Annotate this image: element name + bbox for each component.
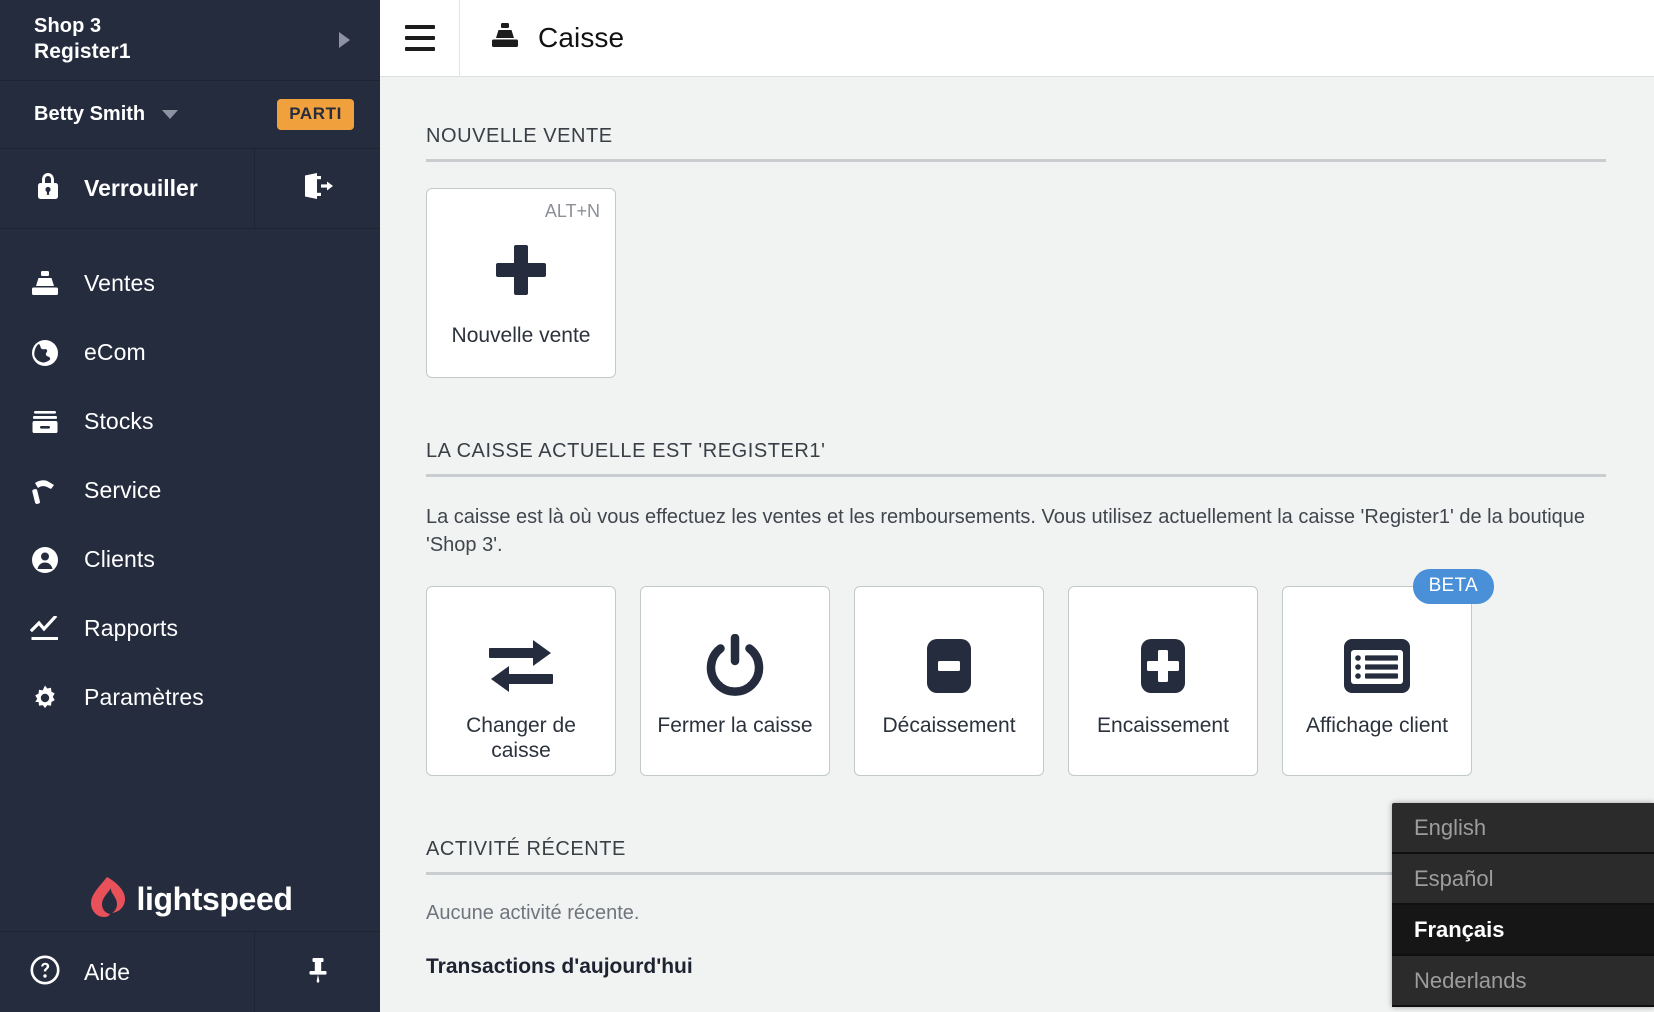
person-icon — [28, 546, 62, 574]
register-action-card-row: Changer de caisse Fermer la caisse Décai… — [426, 568, 1654, 776]
lightspeed-flame-icon — [87, 875, 127, 924]
page-title: Caisse — [538, 22, 625, 53]
register-icon — [490, 22, 520, 55]
register-action-label: Changer de caisse — [466, 713, 576, 763]
status-badge: PARTI — [277, 99, 354, 130]
hamburger-bar — [404, 36, 435, 40]
language-option-francais[interactable]: Français — [1392, 905, 1654, 956]
sidebar-nav: Ventes eCom Stocks Service Clients Rappo… — [0, 229, 380, 732]
register-icon — [28, 270, 62, 298]
shop-selector[interactable]: Shop 3 Register1 — [0, 0, 380, 81]
brand-wordmark: lightspeed — [136, 881, 293, 917]
sidebar-item-label: Stocks — [84, 408, 154, 434]
close-register-card[interactable]: Fermer la caisse — [640, 585, 830, 776]
language-option-espanol[interactable]: Español — [1392, 854, 1654, 905]
shop-names: Shop 3 Register1 — [34, 14, 339, 66]
plus-icon — [489, 237, 553, 303]
new-sale-section: NOUVELLE VENTE ALT+N Nouvelle vente — [426, 125, 1654, 378]
sidebar-item-clients[interactable]: Clients — [0, 525, 380, 594]
list-display-icon — [1342, 633, 1412, 699]
plus-square-icon — [1131, 633, 1195, 699]
hamburger-bar — [404, 47, 435, 51]
chevron-right-icon — [339, 32, 350, 48]
brand-logo: lightspeed — [0, 875, 380, 924]
new-sale-card-row: ALT+N Nouvelle vente — [426, 188, 1654, 378]
power-icon — [704, 633, 766, 699]
sidebar-item-label: Clients — [84, 546, 156, 572]
sidebar-item-label: Ventes — [84, 270, 155, 296]
sidebar-item-label: eCom — [84, 339, 146, 365]
topbar: Caisse — [380, 0, 1654, 77]
lock-icon — [34, 171, 62, 207]
section-title-new-sale: NOUVELLE VENTE — [426, 125, 1606, 162]
cash-in-card[interactable]: Encaissement — [1068, 585, 1258, 776]
main-content: Caisse NOUVELLE VENTE ALT+N Nouvelle ven… — [380, 0, 1654, 1012]
section-title-current-register: LA CAISSE ACTUELLE EST 'REGISTER1' — [426, 440, 1606, 477]
lock-label: Verrouiller — [84, 175, 198, 201]
swap-arrows-icon — [485, 633, 557, 699]
cash-out-card[interactable]: Décaissement — [854, 585, 1044, 776]
sidebar-item-service[interactable]: Service — [0, 456, 380, 525]
user-name: Betty Smith — [34, 103, 146, 125]
language-option-nederlands[interactable]: Nederlands — [1392, 956, 1654, 1007]
sidebar-item-stocks[interactable]: Stocks — [0, 387, 380, 456]
beta-badge: BETA — [1412, 568, 1494, 604]
sidebar-item-label: Rapports — [84, 615, 179, 641]
app-root: Shop 3 Register1 Betty Smith PARTI Verro… — [0, 0, 1654, 1012]
sidebar-item-ventes[interactable]: Ventes — [0, 249, 380, 318]
register-name: Register1 — [34, 40, 131, 64]
hamburger-bar — [404, 25, 435, 29]
chevron-down-icon[interactable] — [162, 110, 179, 119]
hamburger-menu-button[interactable] — [380, 0, 460, 77]
lock-button[interactable]: Verrouiller — [0, 149, 255, 228]
gear-icon — [28, 684, 62, 712]
help-button[interactable]: Aide — [0, 932, 255, 1012]
sidebar-item-label: Service — [84, 477, 162, 503]
register-action-label: Décaissement — [882, 713, 1016, 737]
pin-icon — [305, 955, 331, 990]
chart-icon — [28, 615, 62, 642]
minus-square-icon — [917, 633, 981, 699]
globe-icon — [28, 339, 62, 367]
inventory-icon — [28, 408, 62, 436]
page-title-wrap: Caisse — [460, 22, 624, 55]
help-pin-row: Aide — [0, 931, 380, 1012]
current-register-description: La caisse est là où vous effectuez les v… — [426, 506, 1586, 557]
new-sale-card[interactable]: ALT+N Nouvelle vente — [426, 188, 616, 378]
register-action-label: Encaissement — [1097, 713, 1229, 737]
change-register-card[interactable]: Changer de caisse — [426, 585, 616, 776]
question-circle-icon — [30, 955, 60, 990]
shop-name: Shop 3 — [34, 14, 102, 37]
user-row: Betty Smith PARTI — [0, 81, 380, 149]
logout-icon — [302, 172, 334, 205]
sidebar-item-parametres[interactable]: Paramètres — [0, 663, 380, 732]
help-label: Aide — [84, 958, 131, 985]
register-action-label: Fermer la caisse — [657, 713, 813, 737]
lock-logout-row: Verrouiller — [0, 149, 380, 229]
language-menu: English Español Français Nederlands — [1392, 803, 1654, 1007]
hammer-icon — [28, 477, 62, 505]
current-register-section: LA CAISSE ACTUELLE EST 'REGISTER1' La ca… — [426, 440, 1654, 776]
new-sale-card-label: Nouvelle vente — [451, 324, 591, 347]
customer-display-card[interactable]: BETA Affichage client — [1282, 568, 1494, 776]
sidebar-item-rapports[interactable]: Rapports — [0, 594, 380, 663]
keyboard-shortcut: ALT+N — [544, 201, 600, 221]
register-action-label: Affichage client — [1305, 713, 1449, 737]
logout-button[interactable] — [255, 149, 380, 228]
pin-button[interactable] — [255, 932, 380, 1012]
sidebar-item-ecom[interactable]: eCom — [0, 318, 380, 387]
sidebar-item-label: Paramètres — [84, 684, 204, 710]
language-option-english[interactable]: English — [1392, 803, 1654, 854]
sidebar: Shop 3 Register1 Betty Smith PARTI Verro… — [0, 0, 380, 1012]
